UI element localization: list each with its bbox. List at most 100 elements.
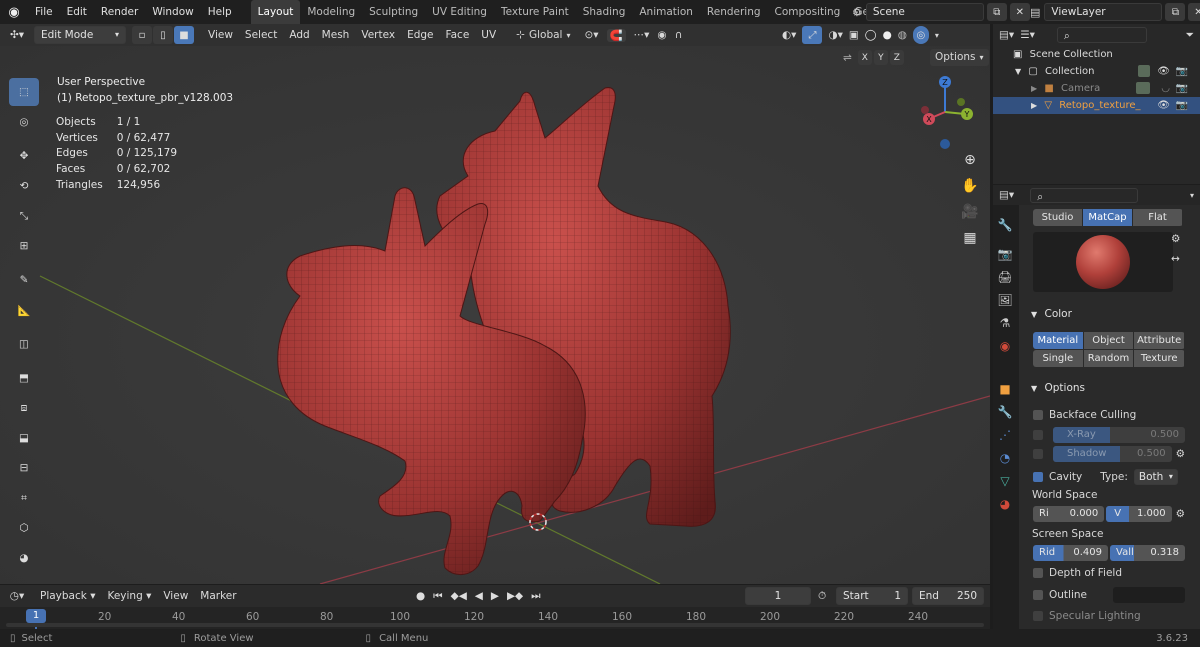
mirror-x-button[interactable]: X xyxy=(857,50,872,65)
outline-color-swatch[interactable] xyxy=(1113,587,1185,603)
tab-modeling[interactable]: Modeling xyxy=(300,0,362,24)
lighting-matcap-button[interactable]: MatCap xyxy=(1083,209,1132,226)
bevel-tool-icon[interactable]: ⬓ xyxy=(9,424,39,452)
delete-scene-icon[interactable]: ✕ xyxy=(1009,3,1030,21)
pivot-icon[interactable]: ⊙▾ xyxy=(584,29,598,41)
outliner-row-camera[interactable]: ▶ ■ Camera ◡ 📷 xyxy=(993,80,1200,97)
tab-sculpting[interactable]: Sculpting xyxy=(362,0,425,24)
outliner-search-input[interactable]: ⌕ xyxy=(1056,27,1147,43)
color-random-button[interactable]: Random xyxy=(1083,350,1134,367)
tab-texture-paint[interactable]: Texture Paint xyxy=(494,0,576,24)
annotate-tool-icon[interactable]: ✎ xyxy=(9,266,39,294)
object-tab-icon[interactable]: ■ xyxy=(993,377,1017,400)
prev-keyframe-icon[interactable]: ◆◀ xyxy=(451,590,467,602)
outliner-row-scene-collection[interactable]: ▣ Scene Collection xyxy=(993,46,1200,63)
tab-uv-editing[interactable]: UV Editing xyxy=(425,0,494,24)
options-dropdown[interactable]: Options ▾ xyxy=(930,49,989,66)
render-tab-icon[interactable]: 📷 xyxy=(993,242,1017,265)
menu-uv[interactable]: UV xyxy=(475,24,502,46)
play-icon[interactable]: ▶ xyxy=(491,590,499,602)
blender-logo-icon[interactable]: ◉ xyxy=(0,5,28,20)
overlay-icon[interactable]: ◑▾ xyxy=(828,29,842,41)
vertex-select-icon[interactable]: ▫ xyxy=(132,26,152,44)
shadow-settings-icon[interactable]: ⚙ xyxy=(1176,448,1185,460)
outline-checkbox[interactable] xyxy=(1033,590,1043,600)
zoom-icon[interactable]: ⊕ xyxy=(958,148,982,172)
menu-edit[interactable]: Edit xyxy=(60,0,94,24)
menu-edge[interactable]: Edge xyxy=(401,24,439,46)
camera-render-icon[interactable]: 📷 xyxy=(1176,63,1188,80)
mirror-z-button[interactable]: Z xyxy=(889,50,904,65)
current-frame-field[interactable]: 1 xyxy=(745,587,811,605)
lighting-flat-button[interactable]: Flat xyxy=(1133,209,1182,226)
playhead[interactable]: 1 xyxy=(26,609,46,623)
tab-compositing[interactable]: Compositing xyxy=(768,0,848,24)
material-shading-icon[interactable]: ◍ xyxy=(898,29,907,41)
xray-slider[interactable]: X-Ray 0.500 xyxy=(1053,427,1185,443)
eye-hidden-icon[interactable]: ◡ xyxy=(1161,80,1170,97)
menu-mesh[interactable]: Mesh xyxy=(316,24,356,46)
rendered-shading-icon[interactable]: ◎ xyxy=(912,26,929,44)
rotate-tool-icon[interactable]: ⟲ xyxy=(9,172,39,200)
shadow-slider[interactable]: Shadow 0.500 xyxy=(1053,446,1172,462)
wireframe-shading-icon[interactable]: ◯ xyxy=(865,29,877,41)
viewlayer-field[interactable]: ViewLayer xyxy=(1044,3,1163,21)
editor-type-icon[interactable]: ✣▾ xyxy=(0,29,34,41)
cavity-type-dropdown[interactable]: Both ▾ xyxy=(1133,469,1178,485)
menu-file[interactable]: File xyxy=(28,0,60,24)
menu-window[interactable]: Window xyxy=(145,0,200,24)
menu-keying[interactable]: Keying ▾ xyxy=(101,585,157,607)
chevron-down-icon[interactable]: ▾ xyxy=(1190,191,1194,200)
lighting-studio-button[interactable]: Studio xyxy=(1033,209,1082,226)
edge-select-icon[interactable]: ▯ xyxy=(153,26,173,44)
scale-tool-icon[interactable]: ⤡ xyxy=(9,202,39,230)
output-tab-icon[interactable]: 🖨 xyxy=(993,265,1017,288)
menu-timeline-view[interactable]: View xyxy=(157,585,194,607)
screen-ridge-slider[interactable]: Rid 0.409 xyxy=(1033,545,1108,561)
new-scene-icon[interactable]: ⧉ xyxy=(986,3,1007,21)
stopwatch-icon[interactable]: ⏱ xyxy=(818,590,826,603)
extrude-tool-icon[interactable]: ⬒ xyxy=(9,364,39,392)
move-tool-icon[interactable]: ✥ xyxy=(9,142,39,170)
outliner-row-collection[interactable]: ▼ ▢ Collection 👁 📷 xyxy=(993,63,1200,80)
timeline-ruler[interactable]: 1 20 40 60 80 100 120 140 160 180 200 22… xyxy=(0,607,990,629)
world-ridge-slider[interactable]: Ri 0.000 xyxy=(1033,506,1105,522)
tab-rendering[interactable]: Rendering xyxy=(700,0,768,24)
orientation-dropdown[interactable]: ⊹ Global ▾ xyxy=(516,29,570,41)
chevron-down-icon[interactable]: ▾ xyxy=(935,31,939,40)
tool-tab-icon[interactable]: 🔧 xyxy=(993,213,1017,236)
end-frame-field[interactable]: End 250 xyxy=(912,587,984,605)
record-icon[interactable]: ● xyxy=(416,590,425,602)
camera-render-icon[interactable]: 📷 xyxy=(1176,97,1188,114)
falloff-icon[interactable]: ∩ xyxy=(675,29,683,41)
menu-render[interactable]: Render xyxy=(94,0,145,24)
menu-view[interactable]: View xyxy=(202,24,239,46)
modifier-tab-icon[interactable]: 🔧 xyxy=(993,400,1017,423)
timeline-editor-icon[interactable]: ◷▾ xyxy=(0,590,34,602)
properties-search-input[interactable]: ⌕ xyxy=(1030,187,1139,203)
eye-icon[interactable]: 👁 xyxy=(1157,63,1170,80)
specular-row[interactable]: Specular Lighting xyxy=(1033,610,1141,622)
color-texture-button[interactable]: Texture xyxy=(1134,350,1185,367)
play-reverse-icon[interactable]: ◀ xyxy=(475,590,483,602)
snap-target-icon[interactable]: ⋯▾ xyxy=(634,29,650,41)
camera-view-icon[interactable]: 🎥 xyxy=(958,200,982,224)
cursor-tool-icon[interactable]: ◎ xyxy=(9,108,39,136)
3d-viewport[interactable]: User Perspective (1) Retopo_texture_pbr_… xyxy=(0,46,990,584)
mirror-icon[interactable]: ⇌ xyxy=(843,52,852,64)
menu-marker[interactable]: Marker xyxy=(194,585,242,607)
perspective-grid-icon[interactable]: ▦ xyxy=(958,226,982,250)
backface-checkbox[interactable] xyxy=(1033,410,1043,420)
xray-icon[interactable]: ▣ xyxy=(849,29,859,41)
measure-tool-icon[interactable]: 📐 xyxy=(9,296,39,324)
camera-render-icon[interactable]: 📷 xyxy=(1176,80,1188,97)
poly-build-tool-icon[interactable]: ⬡ xyxy=(9,514,39,542)
delete-viewlayer-icon[interactable]: ✕ xyxy=(1188,3,1200,21)
specular-checkbox[interactable] xyxy=(1033,611,1043,621)
cavity-checkbox[interactable] xyxy=(1033,472,1043,482)
menu-add[interactable]: Add xyxy=(283,24,315,46)
physics-tab-icon[interactable]: ◔ xyxy=(993,446,1017,469)
jump-end-icon[interactable]: ⏭ xyxy=(531,590,540,603)
exclude-checkbox[interactable] xyxy=(1138,65,1150,77)
outliner-row-retopo[interactable]: ▶ ▽ Retopo_texture_ 👁 📷 xyxy=(993,97,1200,114)
